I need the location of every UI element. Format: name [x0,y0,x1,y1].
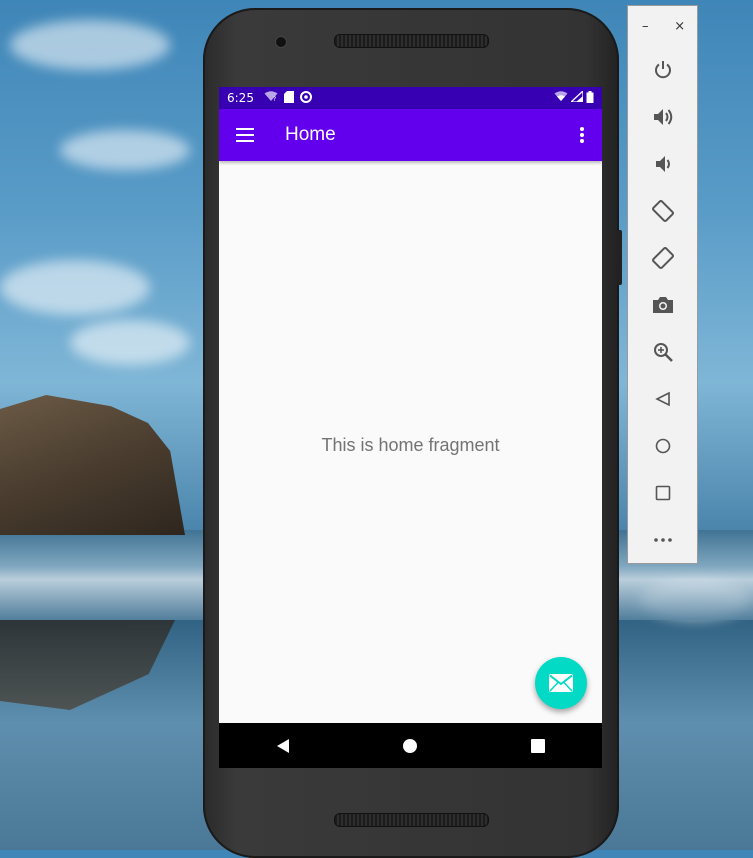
emulator-overview-button[interactable] [628,469,697,516]
camera-icon [652,296,673,313]
rotate-right-icon [651,246,674,269]
overview-square-icon [655,485,670,500]
overflow-menu-button[interactable] [562,109,602,161]
power-button[interactable] [628,46,697,93]
home-icon [403,738,418,753]
status-left-icons: ? [264,90,312,106]
more-vertical-icon [580,127,584,143]
cloud [0,260,150,315]
volume-up-icon [653,108,672,125]
volume-up-button[interactable] [628,93,697,140]
status-bar: 6:25 ? [219,87,602,109]
more-options-button[interactable] [628,516,697,563]
earpiece-speaker [334,34,489,48]
cloud [10,20,170,70]
home-circle-icon [655,438,670,453]
cloud [70,320,190,365]
cloud [60,130,190,170]
wifi-question-icon: ? [264,91,278,105]
close-button[interactable]: × [670,19,690,34]
back-icon [276,738,289,753]
nav-recents-button[interactable] [518,726,558,766]
signal-icon [569,89,584,105]
rotate-left-icon [651,199,674,222]
emulator-window-controls: – × [628,6,697,46]
zoom-button[interactable] [628,328,697,375]
emulator-back-button[interactable] [628,375,697,422]
nav-home-button[interactable] [390,726,430,766]
svg-text:?: ? [273,96,276,102]
rotate-right-button[interactable] [628,234,697,281]
sync-icon [299,90,312,106]
status-right-icons [554,89,594,106]
wifi-icon [554,91,568,105]
side-button [617,230,622,285]
power-icon [654,60,671,78]
phone-screen: 6:25 ? Home This is home fragment [219,87,602,768]
minimize-button[interactable]: – [635,19,655,34]
recents-icon [531,738,546,753]
more-horizontal-icon [653,537,672,542]
home-fragment-text: This is home fragment [321,435,500,455]
volume-down-icon [655,155,670,172]
hamburger-menu-icon [236,128,254,142]
sd-card-icon [283,90,294,106]
system-navigation-bar [219,723,602,768]
page-title: Home [285,124,336,145]
zoom-in-icon [653,342,673,362]
emulator-toolbar: – × [627,5,698,564]
nav-back-button[interactable] [263,726,303,766]
bottom-speaker [334,813,489,827]
app-bar: Home [219,109,602,161]
cliff [0,395,185,535]
cliff-reflection [0,620,175,710]
rotate-left-button[interactable] [628,187,697,234]
email-fab-button[interactable] [535,657,587,709]
volume-down-button[interactable] [628,140,697,187]
email-icon [549,674,573,692]
emulator-home-button[interactable] [628,422,697,469]
back-triangle-icon [654,391,670,406]
navigation-menu-button[interactable] [219,109,271,161]
status-time: 6:25 [227,91,254,105]
front-camera [275,36,287,48]
screenshot-button[interactable] [628,281,697,328]
battery-icon [586,90,594,106]
